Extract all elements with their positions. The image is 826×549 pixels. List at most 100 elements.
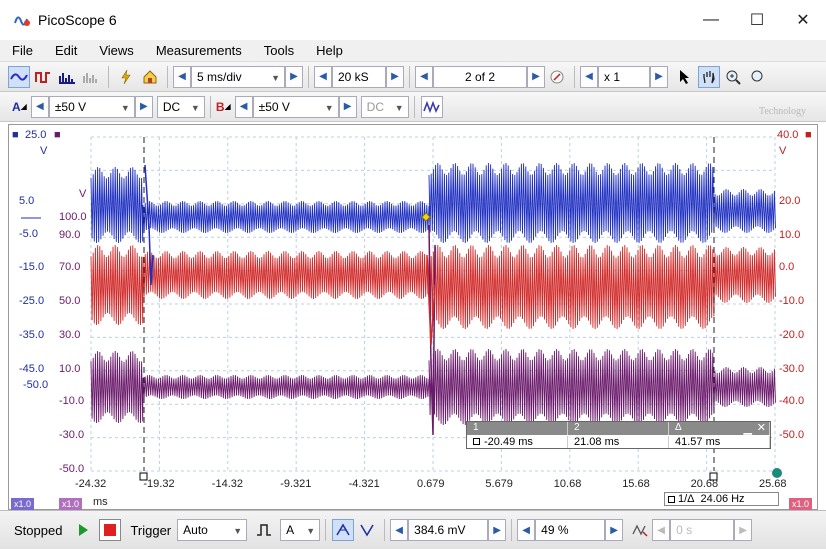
trigger-level-field[interactable]: 384.6 mV xyxy=(408,519,489,541)
scope-plot[interactable] xyxy=(9,125,819,511)
falling-edge-icon[interactable] xyxy=(356,519,378,541)
timebase-increase-button[interactable]: ▶ xyxy=(285,65,303,88)
delay-decrease-button[interactable]: ◀ xyxy=(652,519,671,541)
minimize-button[interactable]: — xyxy=(688,0,734,40)
hand-tool-icon[interactable] xyxy=(698,65,720,88)
ruler-legend[interactable]: 1 2 Δ ▁ ✕ -20.49 ms 21.08 ms 41.57 ms xyxy=(466,421,771,449)
pretrigger-increase-button[interactable]: ▶ xyxy=(605,519,624,541)
menu-edit[interactable]: Edit xyxy=(43,43,87,58)
trigger-level-increase-button[interactable]: ▶ xyxy=(488,519,507,541)
x-axis-tick: -19.32 xyxy=(143,478,175,490)
trigger-channel-select[interactable]: A ▼ xyxy=(280,519,321,541)
spectrum-persistence-icon[interactable] xyxy=(80,66,102,88)
advanced-trigger-icon[interactable] xyxy=(253,519,275,541)
ruler-minimize-icon[interactable]: ▁ xyxy=(744,422,752,435)
timebase-select[interactable]: 5 ms/div ▼ xyxy=(191,65,285,88)
delay-value: 0 s xyxy=(676,523,693,537)
trigger-level-decrease-button[interactable]: ◀ xyxy=(390,519,409,541)
red-axis-tick: 10.0 xyxy=(779,229,801,241)
timebase-decrease-button[interactable]: ◀ xyxy=(173,65,191,88)
maximize-button[interactable]: ☐ xyxy=(734,0,780,40)
samples-decrease-button[interactable]: ◀ xyxy=(314,65,332,88)
trigger-mode-value: Auto xyxy=(183,523,208,537)
x-axis-tick: 20.68 xyxy=(690,478,719,490)
samples-increase-button[interactable]: ▶ xyxy=(386,65,404,88)
zoom-increase-button[interactable]: ▶ xyxy=(650,65,668,88)
title-bar: PicoScope 6 — ☐ ✕ xyxy=(0,0,826,40)
red-axis-top: 40.0 xyxy=(777,129,799,141)
ruler-close-icon[interactable]: ✕ xyxy=(757,421,766,434)
menu-help[interactable]: Help xyxy=(304,43,353,58)
channel-b-range-decrease-button[interactable]: ◀ xyxy=(234,95,253,118)
purple-axis-tick: 70.0 xyxy=(59,261,81,273)
ruler-value-delta: 41.57 ms xyxy=(669,436,770,448)
spectrum-mode-icon[interactable] xyxy=(56,66,78,88)
menu-views[interactable]: Views xyxy=(87,43,143,58)
channel-a-range-select[interactable]: ±50 V ▼ xyxy=(48,95,135,118)
channel-a-scale-badge[interactable]: x1.0 xyxy=(11,498,35,510)
chevron-down-icon: ▼ xyxy=(271,72,280,83)
delay-field[interactable]: 0 s xyxy=(670,519,735,541)
zoom-decrease-button[interactable]: ◀ xyxy=(580,65,598,88)
menu-bar: File Edit Views Measurements Tools Help xyxy=(0,40,826,62)
purple-axis-unit: V xyxy=(79,188,87,200)
channel-a-range-decrease-button[interactable]: ◀ xyxy=(30,95,49,118)
rising-edge-icon[interactable] xyxy=(332,519,355,541)
persistence-mode-icon[interactable] xyxy=(32,66,54,88)
channel-b-scale-badge[interactable]: x1.0 xyxy=(59,498,83,510)
close-button[interactable]: ✕ xyxy=(780,0,826,40)
stop-icon[interactable] xyxy=(99,519,122,541)
channel-a-coupling-select[interactable]: DC ▼ xyxy=(156,95,205,118)
x-axis-tick: 10.68 xyxy=(553,478,582,490)
menu-measurements[interactable]: Measurements xyxy=(144,43,252,58)
zoom-in-icon[interactable] xyxy=(722,66,744,88)
purple-axis-tick: -30.0 xyxy=(59,429,85,441)
menu-file[interactable]: File xyxy=(0,43,43,58)
buffer-field[interactable]: 2 of 2 xyxy=(433,65,527,88)
blue-axis-tick: -5.0 xyxy=(19,228,38,240)
scope-mode-icon[interactable] xyxy=(8,65,30,88)
buffer-next-button[interactable]: ▶ xyxy=(527,65,545,88)
chevron-down-icon: ▼ xyxy=(190,102,200,113)
blue-axis-tick: -45.0 xyxy=(19,363,45,375)
purple-axis-tick: 30.0 xyxy=(59,329,81,341)
purple-axis-marker-icon: ■ xyxy=(54,129,61,141)
zoom-value: x 1 xyxy=(604,69,621,84)
pretrigger-value: 49 % xyxy=(541,523,569,537)
trigger-mode-select[interactable]: Auto ▼ xyxy=(177,519,248,541)
channel-a-range-increase-button[interactable]: ▶ xyxy=(134,95,153,118)
pointer-icon[interactable] xyxy=(674,66,696,88)
home-icon[interactable] xyxy=(139,66,161,88)
buffer-overview-icon[interactable] xyxy=(546,66,568,88)
purple-axis-tick: 50.0 xyxy=(59,295,81,307)
ruler-header-1: 1 xyxy=(467,422,568,435)
zoom-field[interactable]: x 1 xyxy=(598,65,650,88)
delay-increase-button[interactable]: ▶ xyxy=(734,519,753,541)
post-trigger-icon[interactable] xyxy=(629,519,651,541)
red-axis-marker-icon: ■ xyxy=(805,129,812,141)
scope-view[interactable]: ■ 25.0 ■ V V 40.0 ■ V 5.0 -5.0 -15.0 -25.0 -… xyxy=(8,124,818,510)
start-icon[interactable] xyxy=(72,519,94,541)
blue-axis-marker-icon: ■ xyxy=(12,129,19,141)
pretrigger-field[interactable]: 49 % xyxy=(535,519,606,541)
trigger-channel-value: A xyxy=(286,523,295,537)
channel-b-range-increase-button[interactable]: ▶ xyxy=(338,95,357,118)
zoom-out-icon[interactable] xyxy=(746,66,768,88)
purple-axis-tick: -50.0 xyxy=(59,463,85,475)
chevron-down-icon: ▼ xyxy=(120,102,130,113)
samples-field[interactable]: 20 kS xyxy=(332,65,386,88)
samples-value: 20 kS xyxy=(338,69,369,84)
blue-axis-tick: 5.0 xyxy=(19,195,35,207)
buffer-prev-button[interactable]: ◀ xyxy=(415,65,433,88)
pretrigger-decrease-button[interactable]: ◀ xyxy=(517,519,536,541)
math-channel-icon[interactable] xyxy=(420,95,443,118)
probe-icon[interactable] xyxy=(115,66,137,88)
status-bar: Stopped Trigger Auto ▼ A ▼ ◀ 384.6 mV ▶ … xyxy=(0,510,826,549)
channel-b-coupling-select[interactable]: DC ▼ xyxy=(360,95,409,118)
menu-tools[interactable]: Tools xyxy=(252,43,304,58)
chevron-down-icon: ▼ xyxy=(394,102,404,113)
channel-c-scale-badge[interactable]: x1.0 xyxy=(789,498,813,510)
channel-b-range-select[interactable]: ±50 V ▼ xyxy=(252,95,339,118)
x-axis-tick: -14.32 xyxy=(211,478,243,490)
red-axis-tick: -50.0 xyxy=(779,429,805,441)
